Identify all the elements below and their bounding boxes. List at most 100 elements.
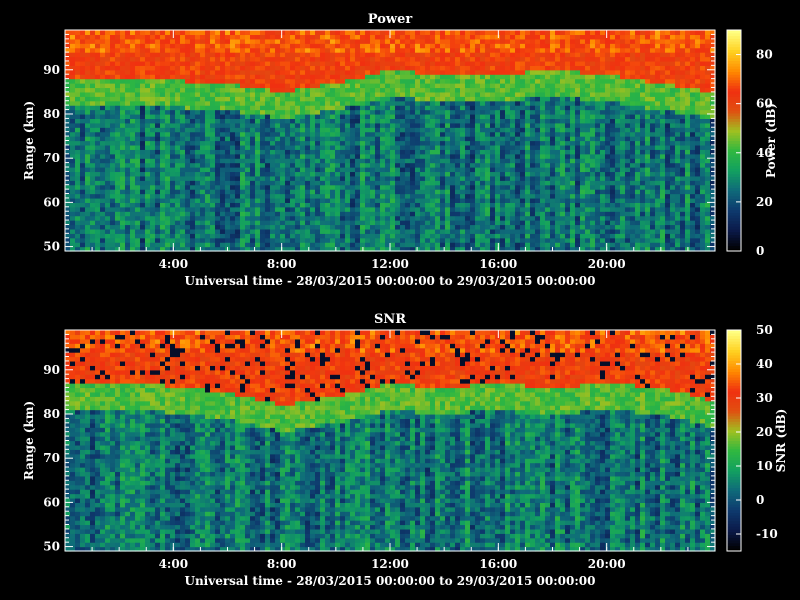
heatmap-cell	[125, 144, 131, 150]
heatmap-cell	[310, 228, 316, 234]
heatmap-cell	[315, 122, 321, 128]
heatmap-cell	[345, 52, 351, 58]
heatmap-cell	[430, 91, 436, 97]
heatmap-cell	[220, 131, 226, 137]
heatmap-cell	[420, 197, 426, 203]
heatmap-cell	[95, 175, 101, 181]
heatmap-cell	[480, 91, 486, 97]
heatmap-cell	[140, 202, 146, 208]
heatmap-cell	[80, 47, 86, 53]
heatmap-cell	[95, 215, 101, 221]
heatmap-cell	[485, 197, 491, 203]
heatmap-cell	[240, 175, 246, 181]
heatmap-cell	[550, 228, 556, 234]
heatmap-cell	[515, 78, 521, 84]
heatmap-cell	[275, 69, 281, 75]
heatmap-cell	[75, 118, 81, 124]
heatmap-cell	[510, 113, 516, 119]
heatmap-cell	[240, 78, 246, 84]
heatmap-cell	[260, 38, 266, 44]
heatmap-cell	[420, 189, 426, 195]
heatmap-cell	[330, 38, 336, 44]
heatmap-cell	[230, 60, 236, 66]
heatmap-cell	[120, 180, 126, 186]
heatmap-cell	[175, 56, 181, 62]
heatmap-cell	[205, 220, 211, 226]
heatmap-cell	[480, 47, 486, 53]
heatmap-cell	[260, 136, 266, 142]
heatmap-cell	[120, 215, 126, 221]
heatmap-cell	[280, 224, 286, 230]
heatmap-cell	[335, 122, 341, 128]
heatmap-cell	[475, 162, 481, 168]
heatmap-cell	[90, 74, 96, 80]
heatmap-cell	[500, 242, 506, 248]
heatmap-cell	[85, 193, 91, 199]
heatmap-cell	[270, 65, 276, 71]
heatmap-cell	[260, 189, 266, 195]
heatmap-cell	[375, 127, 381, 133]
heatmap-cell	[235, 91, 241, 97]
heatmap-cell	[560, 175, 566, 181]
heatmap-cell	[230, 96, 236, 102]
heatmap-cell	[370, 43, 376, 49]
heatmap-cell	[480, 224, 486, 230]
heatmap-cell	[470, 91, 476, 97]
heatmap-cell	[465, 131, 471, 137]
heatmap-cell	[395, 180, 401, 186]
heatmap-cell	[355, 105, 361, 111]
heatmap-cell	[155, 189, 161, 195]
heatmap-cell	[450, 109, 456, 115]
heatmap-cell	[255, 122, 261, 128]
heatmap-cell	[400, 162, 406, 168]
heatmap-cell	[180, 175, 186, 181]
heatmap-cell	[360, 162, 366, 168]
heatmap-cell	[190, 65, 196, 71]
heatmap-cell	[525, 109, 531, 115]
heatmap-cell	[395, 56, 401, 62]
heatmap-cell	[525, 233, 531, 239]
heatmap-cell	[90, 202, 96, 208]
heatmap-cell	[510, 131, 516, 137]
heatmap-cell	[415, 136, 421, 142]
heatmap-cell	[135, 171, 141, 177]
heatmap-cell	[300, 158, 306, 164]
heatmap-cell	[185, 184, 191, 190]
heatmap-cell	[190, 144, 196, 150]
heatmap-cell	[465, 140, 471, 146]
heatmap-cell	[455, 233, 461, 239]
heatmap-cell	[250, 56, 256, 62]
heatmap-cell	[485, 228, 491, 234]
heatmap-cell	[235, 127, 241, 133]
heatmap-cell	[255, 113, 261, 119]
heatmap-cell	[230, 52, 236, 58]
heatmap-cell	[425, 83, 431, 89]
heatmap-cell	[265, 56, 271, 62]
heatmap-cell	[95, 105, 101, 111]
heatmap-cell	[405, 140, 411, 146]
heatmap-cell	[100, 140, 106, 146]
heatmap-cell	[560, 144, 566, 150]
heatmap-cell	[445, 180, 451, 186]
heatmap-cell	[380, 206, 386, 212]
heatmap-cell	[480, 233, 486, 239]
heatmap-cell	[295, 220, 301, 226]
heatmap-cell	[435, 127, 441, 133]
heatmap-cell	[285, 43, 291, 49]
heatmap-cell	[70, 220, 76, 226]
heatmap-cell	[170, 211, 176, 217]
heatmap-cell	[245, 189, 251, 195]
heatmap-cell	[155, 78, 161, 84]
heatmap-cell	[295, 122, 301, 128]
heatmap-cell	[240, 153, 246, 159]
heatmap-cell	[155, 96, 161, 102]
heatmap-cell	[305, 175, 311, 181]
heatmap-cell	[425, 215, 431, 221]
heatmap-cell	[540, 220, 546, 226]
heatmap-cell	[185, 87, 191, 93]
heatmap-cell	[385, 87, 391, 93]
heatmap-cell	[245, 136, 251, 142]
heatmap-cell	[495, 60, 501, 66]
heatmap-cell	[555, 140, 561, 146]
heatmap-cell	[230, 43, 236, 49]
